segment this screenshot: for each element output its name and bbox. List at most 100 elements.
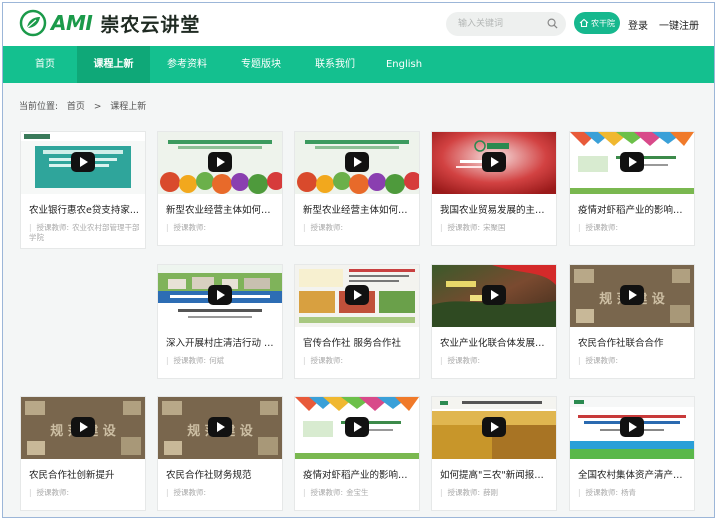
course-teacher: | 授课教师: (578, 223, 690, 233)
logo-text: AMI (51, 11, 93, 35)
divider: | (440, 356, 443, 365)
course-card[interactable]: 如何提高"三农"新闻报道... | 授课教师: 薛刚 (431, 396, 557, 511)
course-title[interactable]: 农民合作社创新提升 (29, 467, 141, 481)
course-thumbnail[interactable] (21, 132, 145, 194)
course-thumbnail[interactable] (432, 132, 556, 194)
play-icon[interactable] (208, 152, 232, 172)
course-thumbnail[interactable] (295, 265, 419, 327)
course-thumbnail[interactable] (570, 397, 694, 459)
course-card[interactable]: 我国农业贸易发展的主要... | 授课教师: 宋聚国 (431, 131, 557, 246)
play-icon[interactable] (71, 417, 95, 437)
course-thumbnail[interactable] (295, 132, 419, 194)
course-teacher: | 授课教师: 农业农村部管理干部学院 (29, 223, 141, 243)
play-icon[interactable] (482, 152, 506, 172)
course-card[interactable]: 疫情对虾稻产业的影响及... | 授课教师: (569, 131, 695, 246)
divider: | (303, 223, 306, 232)
course-title[interactable]: 官传合作社 服务合作社 (303, 335, 415, 349)
divider: | (29, 488, 32, 497)
course-thumbnail[interactable]: 规 范 建 设 (570, 265, 694, 327)
nav-item-contact[interactable]: 联系我们 (298, 46, 372, 83)
divider: | (29, 223, 32, 232)
course-title[interactable]: 疫情对虾稻产业的影响及... (578, 202, 690, 216)
course-card[interactable]: 农业产业化联合体发展模式 | 授课教师: (431, 264, 557, 379)
play-icon[interactable] (345, 285, 369, 305)
course-card[interactable]: 农业银行惠农e贷支持家... | 授课教师: 农业农村部管理干部学院 (20, 131, 146, 249)
nav-item-topics[interactable]: 专题版块 (224, 46, 298, 83)
nav-item-new-courses[interactable]: 课程上新 (77, 46, 150, 83)
course-title[interactable]: 农民合作社联合合作 (578, 335, 690, 349)
course-card[interactable]: 疫情对虾稻产业的影响及... | 授课教师: 金宝生 (294, 396, 420, 511)
home-button-label: 农干院 (591, 18, 615, 28)
course-teacher: | 授课教师: (166, 223, 278, 233)
divider: | (578, 488, 581, 497)
course-card[interactable]: 官传合作社 服务合作社 | 授课教师: (294, 264, 420, 379)
course-thumbnail[interactable] (570, 132, 694, 194)
play-icon[interactable] (345, 417, 369, 437)
course-title[interactable]: 疫情对虾稻产业的影响及... (303, 467, 415, 481)
course-title[interactable]: 农业银行惠农e贷支持家... (29, 202, 141, 216)
site-logo[interactable]: AMI 崇农云讲堂 (19, 9, 200, 37)
nav-item-home[interactable]: 首页 (13, 46, 77, 83)
divider: | (303, 356, 306, 365)
login-link[interactable]: 登录 (628, 17, 648, 32)
course-title[interactable]: 我国农业贸易发展的主要... (440, 202, 552, 216)
play-icon[interactable] (208, 417, 232, 437)
play-icon[interactable] (482, 285, 506, 305)
teacher-label: 授课教师: (447, 488, 481, 497)
course-title[interactable]: 新型农业经营主体如何应... (166, 202, 278, 216)
breadcrumb-home[interactable]: 首页 (67, 102, 85, 112)
divider: | (166, 488, 169, 497)
course-thumbnail[interactable] (295, 397, 419, 459)
course-thumbnail[interactable] (432, 265, 556, 327)
course-thumbnail[interactable] (432, 397, 556, 459)
teacher-label: 授课教师: (173, 356, 207, 365)
nav-item-english[interactable]: English (372, 46, 436, 83)
site-header: AMI 崇农云讲堂 农干院 登录 一键注册 (3, 3, 714, 46)
nav-item-references[interactable]: 参考资料 (150, 46, 224, 83)
course-thumbnail[interactable]: 规 范 建 设 (158, 397, 282, 459)
course-card[interactable]: 规 范 建 设农民合作社联合合作 | 授课教师: (569, 264, 695, 379)
search-input[interactable] (446, 12, 538, 36)
course-title[interactable]: 农业产业化联合体发展模式 (440, 335, 552, 349)
teacher-name: 薛刚 (483, 488, 499, 497)
course-title[interactable]: 深入开展村庄清洁行动 持... (166, 335, 278, 349)
course-card[interactable]: 规 范 建 设农民合作社财务规范 | 授课教师: (157, 396, 283, 511)
teacher-name: 杨青 (621, 488, 637, 497)
breadcrumb-separator: > (93, 102, 102, 112)
course-thumbnail[interactable]: 规 范 建 设 (21, 397, 145, 459)
course-card[interactable]: 全国农村集体资产清产核... | 授课教师: 杨青 (569, 396, 695, 511)
course-thumbnail[interactable] (158, 132, 282, 194)
divider: | (166, 356, 169, 365)
course-card[interactable]: 新型农业经营主体如何应... | 授课教师: (157, 131, 283, 246)
play-icon[interactable] (482, 417, 506, 437)
play-icon[interactable] (208, 285, 232, 305)
teacher-label: 授课教师: (36, 223, 70, 232)
course-title[interactable]: 农民合作社财务规范 (166, 467, 278, 481)
play-icon[interactable] (71, 152, 95, 172)
teacher-label: 授课教师: (585, 223, 619, 232)
search-icon[interactable] (547, 18, 558, 29)
course-card[interactable]: 深入开展村庄清洁行动 持... | 授课教师: 何斌 (157, 264, 283, 379)
register-link[interactable]: 一键注册 (659, 17, 699, 32)
divider: | (303, 488, 306, 497)
course-title[interactable]: 全国农村集体资产清产核... (578, 467, 690, 481)
play-icon[interactable] (620, 417, 644, 437)
course-card[interactable]: 新型农业经营主体如何应... | 授课教师: (294, 131, 420, 246)
home-button[interactable]: 农干院 (574, 12, 620, 34)
course-teacher: | 授课教师: 薛刚 (440, 488, 552, 498)
divider: | (166, 223, 169, 232)
course-teacher: | 授课教师: (303, 356, 415, 366)
teacher-label: 授课教师: (173, 488, 207, 497)
course-teacher: | 授课教师: (578, 356, 690, 366)
course-title[interactable]: 如何提高"三农"新闻报道... (440, 467, 552, 481)
course-thumbnail[interactable] (158, 265, 282, 327)
course-card[interactable]: 规 范 建 设农民合作社创新提升 | 授课教师: (20, 396, 146, 511)
teacher-name: 宋聚国 (483, 223, 506, 232)
course-title[interactable]: 新型农业经营主体如何应... (303, 202, 415, 216)
play-icon[interactable] (345, 152, 369, 172)
divider: | (578, 223, 581, 232)
course-teacher: | 授课教师: 杨青 (578, 488, 690, 498)
play-icon[interactable] (620, 285, 644, 305)
play-icon[interactable] (620, 152, 644, 172)
teacher-label: 授课教师: (36, 488, 70, 497)
